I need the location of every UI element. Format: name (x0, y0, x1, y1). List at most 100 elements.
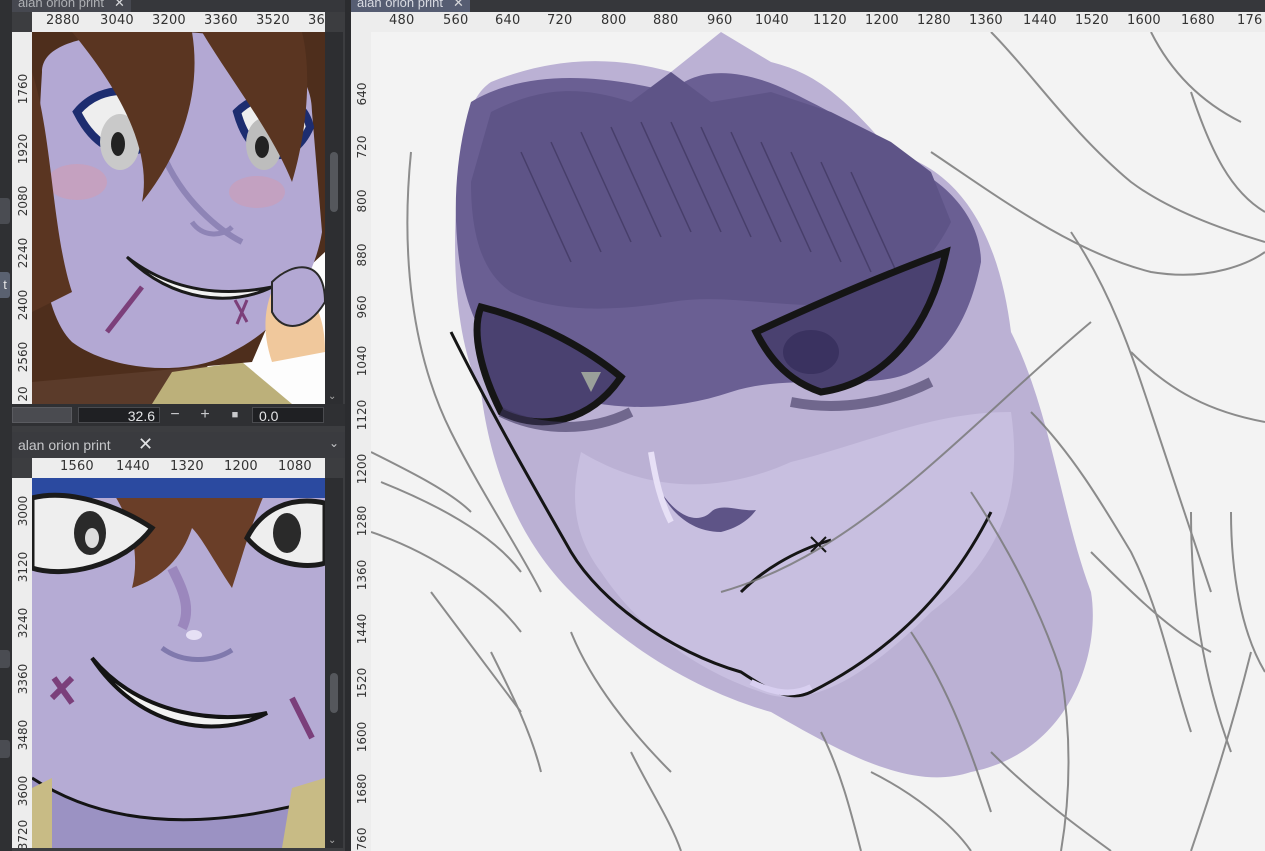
ruler-label: 1280 (355, 505, 369, 537)
ruler-label: 640 (495, 13, 521, 28)
chevron-down-icon[interactable]: ⌄ (328, 835, 336, 846)
top-ruler-vertical: 1760 1920 2080 2240 2400 2560 20 (12, 32, 32, 404)
ruler-label: 2560 (16, 341, 30, 373)
ruler-label: 960 (707, 13, 733, 28)
chevron-down-icon[interactable]: ⌄ (328, 391, 336, 402)
close-icon[interactable]: ✕ (138, 434, 153, 455)
zoom-slider[interactable] (12, 407, 72, 423)
ruler-label: 1440 (355, 613, 369, 645)
ruler-label: 3360 (16, 663, 30, 695)
ruler-label: 1200 (224, 459, 258, 474)
chevron-down-icon[interactable]: ⌄ (329, 436, 339, 450)
rotation-value-field[interactable]: 0.0 (252, 407, 324, 424)
top-canvas[interactable] (32, 32, 325, 404)
tool-strip: t (0, 0, 12, 851)
tool-indicator[interactable]: t (0, 272, 10, 298)
ruler-label: 1360 (969, 13, 1003, 28)
ruler-label: 3600 (16, 775, 30, 807)
ruler-label: 1440 (1023, 13, 1057, 28)
ruler-label: 1520 (1075, 13, 1109, 28)
ruler-label: 2400 (16, 289, 30, 321)
ruler-label: 1280 (917, 13, 951, 28)
ruler-label: 960 (355, 295, 369, 319)
artwork-main (371, 32, 1265, 851)
tab-main[interactable]: alan orion print ✕ (351, 0, 470, 12)
fit-button[interactable]: ■ (224, 406, 246, 424)
tool-nub-2[interactable] (0, 650, 10, 668)
ruler-label: 1440 (116, 459, 150, 474)
top-panel-tabbar: alan orion print ✕ (12, 0, 345, 12)
tab-title: alan orion print (357, 0, 443, 10)
ruler-label: 1200 (355, 453, 369, 485)
scroll-thumb[interactable] (330, 673, 338, 713)
bottom-canvas[interactable] (32, 478, 325, 848)
close-icon[interactable]: ✕ (114, 0, 125, 10)
ruler-label: 800 (601, 13, 627, 28)
ruler-label: 3720 (16, 819, 30, 848)
ruler-label: 1520 (355, 667, 369, 699)
ruler-label: 1760 (16, 73, 30, 105)
ruler-label: 1040 (355, 345, 369, 377)
artwork-preview-bottom (32, 478, 325, 848)
ruler-label: 20 (16, 386, 30, 402)
main-panel-tabbar: alan orion print ✕ (351, 0, 1265, 12)
ruler-label: 3120 (16, 551, 30, 583)
bottom-vertical-scrollbar[interactable]: ⌄ (325, 478, 343, 848)
ruler-label: 720 (355, 135, 369, 159)
ruler-corner (351, 12, 371, 32)
ruler-label: 480 (389, 13, 415, 28)
ruler-label: 1920 (16, 133, 30, 165)
ruler-label: 1120 (813, 13, 847, 28)
ruler-label: 3480 (16, 719, 30, 751)
ruler-label: 1680 (355, 773, 369, 805)
ruler-label: 720 (547, 13, 573, 28)
ruler-label: 1560 (60, 459, 94, 474)
ruler-label: 3520 (256, 13, 290, 28)
ruler-label: 1120 (355, 399, 369, 431)
tab-title: alan orion print (18, 0, 104, 10)
ruler-label: 2880 (46, 13, 80, 28)
bottom-ruler-vertical: 3000 3120 3240 3360 3480 3600 3720 (12, 478, 32, 848)
close-icon[interactable]: ✕ (453, 0, 464, 10)
zoom-value-field[interactable]: 32.6 (78, 407, 160, 424)
ruler-label: 1360 (355, 559, 369, 591)
ruler-label: 2080 (16, 185, 30, 217)
artwork-preview-top (32, 32, 325, 404)
zoom-in-button[interactable]: + (194, 406, 216, 424)
ruler-label: 1680 (1181, 13, 1215, 28)
ruler-label: 2240 (16, 237, 30, 269)
tab-title[interactable]: alan orion print (18, 437, 111, 453)
ruler-label: 3240 (16, 607, 30, 639)
ruler-label: 1600 (1127, 13, 1161, 28)
ruler-label: 560 (443, 13, 469, 28)
bottom-panel-header: alan orion print ✕ ⌄ (12, 432, 345, 458)
tab-top[interactable]: alan orion print ✕ (12, 0, 131, 12)
ruler-label: 36 (308, 13, 325, 28)
ruler-label: 760 (355, 827, 369, 851)
ruler-label: 880 (355, 243, 369, 267)
top-panel-controls: 32.6 − + ■ 0.0 (12, 404, 345, 426)
bottom-ruler-horizontal: 1560 1440 1320 1200 1080 (32, 458, 325, 478)
ruler-label: 3200 (152, 13, 186, 28)
ruler-label: 1200 (865, 13, 899, 28)
scroll-thumb[interactable] (330, 152, 338, 212)
ruler-label: 1320 (170, 459, 204, 474)
zoom-out-button[interactable]: − (164, 406, 186, 424)
top-vertical-scrollbar[interactable]: ⌄ (325, 32, 343, 404)
ruler-label: 176 (1237, 13, 1263, 28)
ruler-label: 3040 (100, 13, 134, 28)
ruler-label: 1040 (755, 13, 789, 28)
main-ruler-vertical: 640 720 800 880 960 1040 1120 1200 1280 … (351, 32, 371, 851)
ruler-label: 3000 (16, 495, 30, 527)
ruler-label: 3360 (204, 13, 238, 28)
main-canvas[interactable] (371, 32, 1265, 851)
main-ruler-horizontal: 480 560 640 720 800 880 960 1040 1120 12… (371, 12, 1265, 32)
ruler-label: 1080 (278, 459, 312, 474)
ruler-label: 800 (355, 189, 369, 213)
ruler-label: 1600 (355, 721, 369, 753)
tool-nub-3[interactable] (0, 740, 10, 758)
tool-nub[interactable] (0, 198, 10, 224)
ruler-label: 640 (355, 82, 369, 106)
top-ruler-horizontal: 2880 3040 3200 3360 3520 36 (32, 12, 325, 32)
ruler-label: 880 (653, 13, 679, 28)
